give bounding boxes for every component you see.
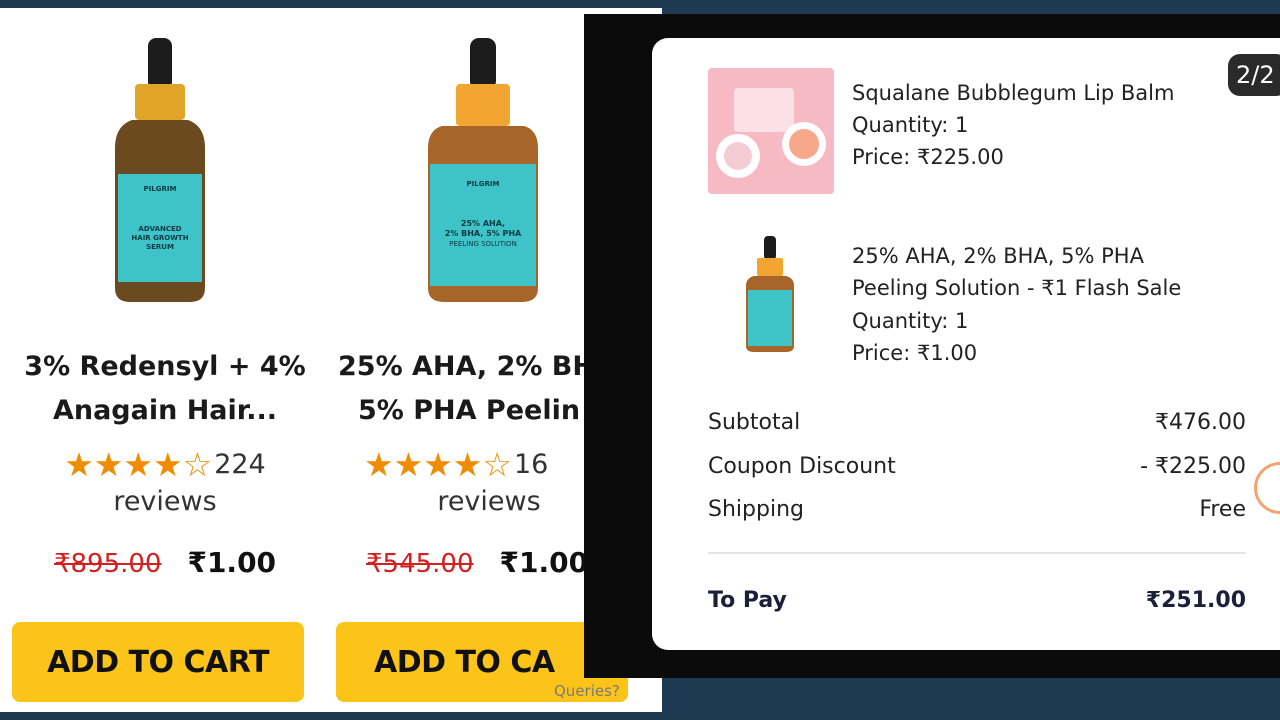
svg-text:PEELING SOLUTION: PEELING SOLUTION bbox=[449, 240, 517, 248]
sale-price: ₹1.00 bbox=[187, 546, 277, 579]
coupon-discount-value: - ₹225.00 bbox=[1140, 454, 1246, 479]
shipping-label: Shipping bbox=[708, 497, 804, 522]
original-price: ₹895.00 bbox=[53, 549, 162, 579]
to-pay-label: To Pay bbox=[708, 588, 787, 613]
star-empty-icon: ☆ bbox=[182, 444, 213, 484]
subtotal-label: Subtotal bbox=[708, 410, 801, 435]
svg-text:HAIR GROWTH: HAIR GROWTH bbox=[131, 234, 188, 242]
item-name-line1: 25% AHA, 2% BHA, 5% PHA bbox=[852, 244, 1144, 268]
to-pay-row: To Pay ₹251.00 bbox=[708, 588, 1246, 613]
svg-text:2% BHA, 5% PHA: 2% BHA, 5% PHA bbox=[445, 229, 522, 238]
add-to-cart-button[interactable]: ADD TO CART bbox=[12, 622, 304, 702]
svg-text:PILGRIM: PILGRIM bbox=[144, 185, 177, 193]
star-filled-icon: ★ bbox=[123, 444, 154, 484]
lip-balm-thumbnail bbox=[708, 68, 834, 194]
star-empty-icon: ☆ bbox=[482, 444, 512, 484]
peeling-solution-thumbnail bbox=[746, 236, 794, 352]
sale-price: ₹1.00 bbox=[499, 546, 589, 579]
svg-text:25% AHA,: 25% AHA, bbox=[461, 219, 505, 228]
star-filled-icon: ★ bbox=[423, 444, 453, 484]
product-title-line2[interactable]: Anagain Hair... bbox=[0, 388, 330, 434]
item-quantity: Quantity: 1 bbox=[852, 309, 969, 333]
star-filled-icon: ★ bbox=[64, 444, 94, 484]
hair-serum-image[interactable]: PILGRIM ADVANCED HAIR GROWTH SERUM bbox=[0, 26, 330, 316]
to-pay-value: ₹251.00 bbox=[1145, 588, 1246, 613]
shipping-row: Shipping Free bbox=[708, 497, 1246, 522]
svg-text:SERUM: SERUM bbox=[146, 243, 174, 251]
item-quantity: Quantity: 1 bbox=[852, 113, 969, 137]
subtotal-value: ₹476.00 bbox=[1155, 410, 1246, 435]
item-name-line2: Peeling Solution - ₹1 Flash Sale bbox=[852, 276, 1182, 300]
rating-stars: ★ ★ ★ ★ ☆ 224 bbox=[0, 442, 330, 486]
price-row: ₹895.00 ₹1.00 bbox=[0, 546, 330, 579]
star-filled-icon: ★ bbox=[393, 444, 424, 484]
item-price: Price: ₹225.00 bbox=[852, 145, 1004, 169]
original-price: ₹545.00 bbox=[366, 549, 474, 579]
star-filled-icon: ★ bbox=[93, 444, 124, 484]
item-name: Squalane Bubblegum Lip Balm bbox=[852, 81, 1175, 105]
svg-text:PILGRIM: PILGRIM bbox=[467, 180, 500, 188]
star-filled-icon: ★ bbox=[153, 444, 183, 484]
coupon-discount-row: Coupon Discount - ₹225.00 bbox=[708, 454, 1246, 479]
product-card-hair-serum[interactable]: PILGRIM ADVANCED HAIR GROWTH SERUM 3% Re… bbox=[0, 8, 330, 712]
review-count: 16 bbox=[513, 448, 549, 480]
queries-help-link[interactable]: Queries? bbox=[554, 682, 620, 700]
star-filled-icon: ★ bbox=[452, 444, 483, 484]
subtotal-row: Subtotal ₹476.00 bbox=[708, 410, 1246, 435]
shipping-value: Free bbox=[1199, 497, 1246, 522]
item-price: Price: ₹1.00 bbox=[852, 341, 978, 365]
reviews-label: reviews bbox=[113, 486, 217, 517]
product-listing-panel: PILGRIM ADVANCED HAIR GROWTH SERUM 3% Re… bbox=[0, 8, 662, 712]
totals-divider bbox=[708, 552, 1246, 554]
review-count: 224 bbox=[214, 448, 266, 480]
product-title-line1[interactable]: 3% Redensyl + 4% bbox=[0, 344, 330, 390]
coupon-discount-label: Coupon Discount bbox=[708, 454, 896, 479]
svg-text:ADVANCED: ADVANCED bbox=[138, 225, 181, 233]
page-indicator: 2/2 bbox=[1228, 54, 1280, 96]
star-filled-icon: ★ bbox=[364, 444, 394, 484]
